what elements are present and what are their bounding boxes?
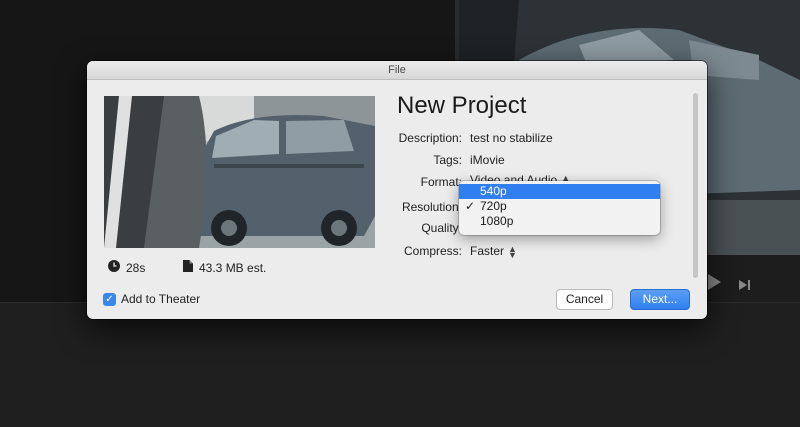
cancel-button[interactable]: Cancel bbox=[556, 289, 613, 310]
project-title[interactable]: New Project bbox=[397, 92, 526, 120]
compress-label: Compress: bbox=[403, 244, 462, 258]
file-size-info: 43.3 MB est. bbox=[183, 260, 266, 275]
checkmark-icon: ✓ bbox=[465, 199, 476, 213]
resolution-label: Resolution: bbox=[401, 200, 462, 214]
menu-item-label: 1080p bbox=[480, 214, 514, 228]
next-frame-icon[interactable] bbox=[739, 277, 751, 295]
file-size-value: 43.3 MB est. bbox=[199, 260, 267, 275]
scrollbar[interactable] bbox=[693, 93, 698, 278]
format-label: Format: bbox=[420, 175, 462, 189]
timeline-pane bbox=[0, 302, 800, 427]
resolution-menu: 540p ✓ 720p 1080p bbox=[459, 181, 660, 235]
clock-icon bbox=[108, 260, 120, 275]
menu-item-1080p[interactable]: 1080p bbox=[459, 214, 660, 229]
menu-item-label: 540p bbox=[480, 184, 507, 198]
description-field[interactable]: test no stabilize bbox=[470, 131, 553, 145]
add-to-theater-checkbox[interactable]: ✓ Add to Theater bbox=[103, 292, 200, 306]
compress-value: Faster bbox=[470, 244, 505, 258]
stepper-icon: ▲▼ bbox=[508, 243, 517, 260]
menu-item-720p[interactable]: ✓ 720p bbox=[459, 199, 660, 214]
tags-field[interactable]: iMovie bbox=[470, 153, 505, 167]
next-button[interactable]: Next... bbox=[630, 289, 690, 310]
play-icon[interactable] bbox=[708, 274, 721, 290]
menu-item-540p[interactable]: 540p bbox=[459, 184, 660, 199]
duration-info: 28s bbox=[108, 260, 145, 275]
checkmark-icon[interactable]: ✓ bbox=[103, 292, 116, 306]
menu-item-label: 720p bbox=[480, 199, 507, 213]
duration-value: 28s bbox=[126, 260, 146, 275]
add-to-theater-label: Add to Theater bbox=[121, 292, 201, 306]
file-icon bbox=[183, 260, 193, 275]
compress-select[interactable]: Faster ▲ ▼ bbox=[470, 243, 517, 260]
dialog-title: File bbox=[87, 61, 707, 80]
description-label: Description: bbox=[398, 131, 462, 145]
quality-label: Quality: bbox=[421, 221, 462, 235]
tags-label: Tags: bbox=[433, 153, 462, 167]
video-thumbnail bbox=[104, 96, 375, 248]
